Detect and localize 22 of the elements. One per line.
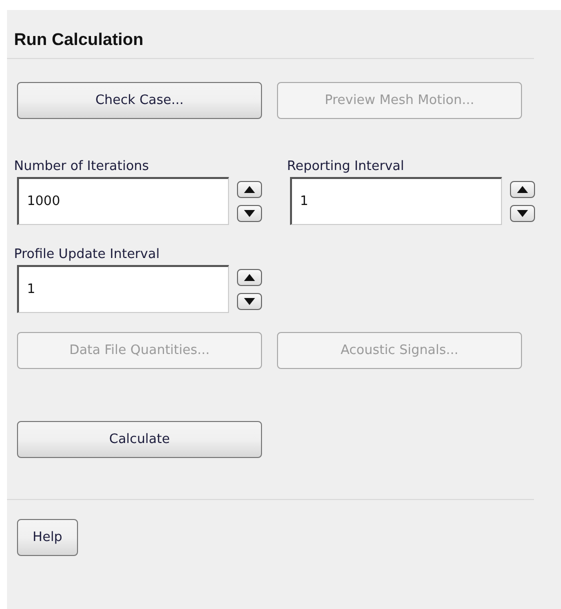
number-field[interactable]: 1: [290, 177, 502, 225]
calculate-button[interactable]: Calculate: [17, 421, 262, 458]
down-triangle-icon: [517, 210, 528, 216]
down-triangle-icon: [244, 298, 255, 304]
spin-down-button[interactable]: [237, 292, 262, 310]
field-label: Profile Update Interval: [14, 246, 161, 264]
up-triangle-icon: [517, 186, 528, 192]
spin-up-button[interactable]: [237, 180, 262, 198]
check-case-button[interactable]: Check Case...: [17, 82, 262, 119]
spin-up-button[interactable]: [237, 268, 262, 286]
panel-title: Run Calculation: [13, 29, 144, 51]
spin-down-button[interactable]: [237, 204, 262, 222]
number-field[interactable]: 1: [17, 265, 229, 313]
up-triangle-icon: [244, 274, 255, 280]
spin-down-button[interactable]: [510, 204, 535, 222]
down-triangle-icon: [244, 210, 255, 216]
up-triangle-icon: [244, 186, 255, 192]
number-field[interactable]: 1000: [17, 177, 229, 225]
help-button[interactable]: Help: [17, 519, 78, 556]
field-label: Reporting Interval: [287, 158, 406, 176]
spin-up-button[interactable]: [510, 180, 535, 198]
field-label: Number of Iterations: [14, 158, 150, 176]
